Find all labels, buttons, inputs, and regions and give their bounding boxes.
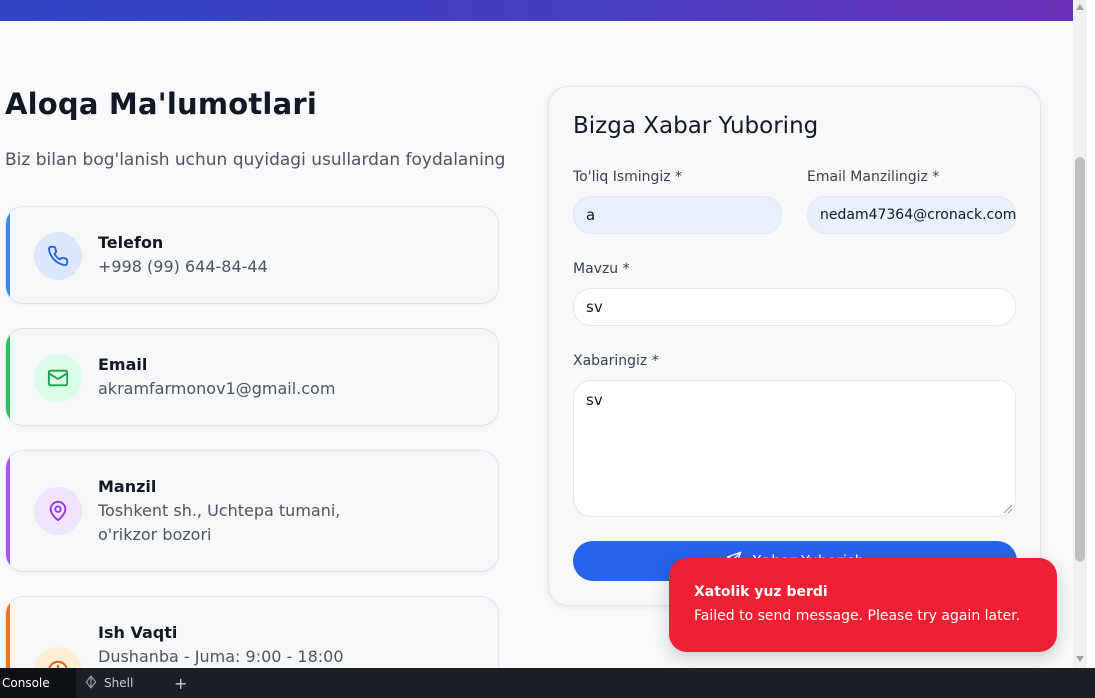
email-label: Email Manzilingiz * bbox=[807, 169, 940, 185]
name-label: To'liq Ismingiz * bbox=[573, 169, 683, 185]
resize-handle[interactable] bbox=[1004, 505, 1012, 513]
subject-label: Mavzu * bbox=[573, 261, 630, 277]
shell-icon bbox=[84, 675, 98, 692]
mail-icon bbox=[34, 354, 82, 402]
scroll-up-arrow[interactable] bbox=[1076, 4, 1084, 10]
form-title: Bizga Xabar Yuboring bbox=[573, 113, 819, 139]
card-accent-bar bbox=[6, 451, 10, 571]
map-pin-icon bbox=[34, 487, 82, 535]
contact-card-email: Email akramfarmonov1@gmail.com bbox=[5, 328, 499, 426]
vertical-scrollbar[interactable] bbox=[1073, 0, 1087, 668]
tab-shell-label: Shell bbox=[104, 676, 134, 690]
message-label: Xabaringiz * bbox=[573, 353, 659, 369]
card-accent-bar bbox=[6, 597, 10, 668]
phone-icon bbox=[34, 232, 82, 280]
top-gradient-banner bbox=[0, 0, 1073, 21]
tab-shell[interactable]: Shell bbox=[84, 668, 154, 698]
add-tab-button[interactable]: + bbox=[174, 668, 190, 698]
error-toast[interactable]: Xatolik yuz berdi Failed to send message… bbox=[669, 558, 1057, 652]
contact-form-card: Bizga Xabar Yuboring To'liq Ismingiz * a… bbox=[548, 86, 1041, 606]
scroll-down-arrow[interactable] bbox=[1076, 656, 1084, 662]
page-title: Aloqa Ma'lumotlari bbox=[5, 87, 317, 121]
card-title: Telefon bbox=[98, 233, 164, 252]
email-input[interactable]: nedam47364@cronack.com bbox=[807, 196, 1016, 234]
tab-console[interactable]: Console bbox=[0, 668, 76, 698]
tab-console-label: Console bbox=[2, 676, 50, 690]
clock-icon bbox=[34, 647, 82, 668]
toast-message: Failed to send message. Please try again… bbox=[694, 608, 1021, 624]
card-title: Manzil bbox=[98, 477, 157, 496]
card-value: Dushanba - Juma: 9:00 - 18:00 bbox=[98, 647, 344, 666]
plus-icon: + bbox=[174, 673, 188, 693]
page-subtitle: Biz bilan bog'lanish uchun quyidagi usul… bbox=[5, 150, 506, 170]
card-value-line2: o'rikzor bozori bbox=[98, 525, 212, 544]
card-title: Email bbox=[98, 355, 148, 374]
card-value-line1: Toshkent sh., Uchtepa tumani, bbox=[98, 501, 341, 520]
window-edge bbox=[1087, 0, 1095, 668]
card-accent-bar bbox=[6, 329, 10, 425]
contact-card-address: Manzil Toshkent sh., Uchtepa tumani, o'r… bbox=[5, 450, 499, 572]
bottom-tab-bar: Console Shell + bbox=[0, 668, 1095, 698]
message-text: sv bbox=[586, 391, 603, 409]
contact-card-hours: Ish Vaqti Dushanba - Juma: 9:00 - 18:00 bbox=[5, 596, 499, 668]
card-accent-bar bbox=[6, 207, 10, 303]
toast-title: Xatolik yuz berdi bbox=[694, 584, 828, 600]
scrollbar-thumb[interactable] bbox=[1075, 157, 1085, 562]
message-textarea[interactable]: sv bbox=[573, 380, 1016, 517]
card-value: +998 (99) 644-84-44 bbox=[98, 257, 268, 276]
subject-input[interactable]: sv bbox=[573, 288, 1016, 326]
name-input[interactable]: a bbox=[573, 196, 782, 234]
contact-card-phone: Telefon +998 (99) 644-84-44 bbox=[5, 206, 499, 304]
card-value: akramfarmonov1@gmail.com bbox=[98, 379, 336, 398]
card-title: Ish Vaqti bbox=[98, 623, 178, 642]
